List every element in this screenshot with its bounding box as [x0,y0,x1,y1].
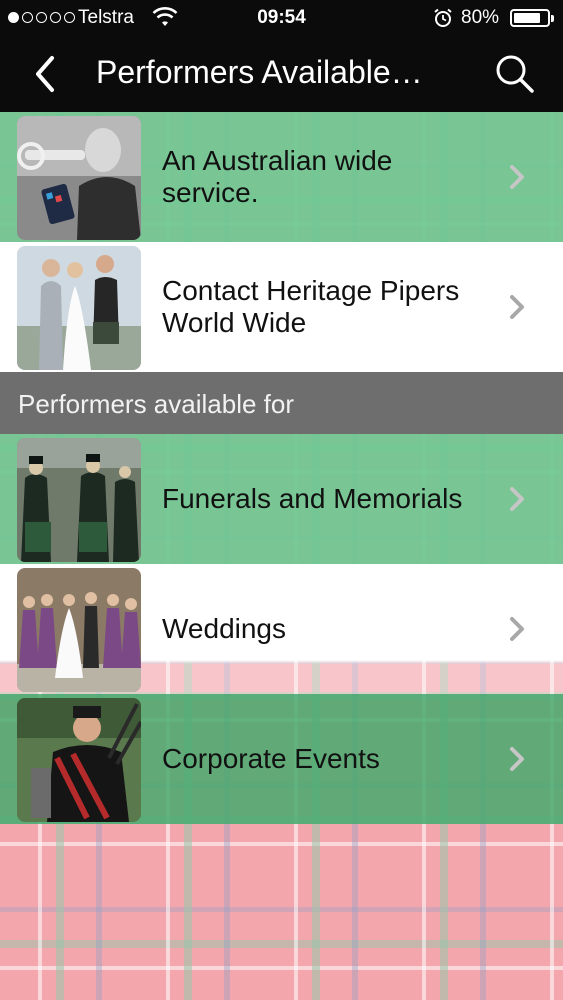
battery-level-fill [514,13,540,23]
chevron-right-icon [510,295,524,319]
list-item-corporate-events[interactable]: Corporate Events [0,694,563,824]
bagpiper-photo-thumbnail [17,698,141,822]
status-bar: Telstra 09:54 80% [0,0,563,36]
search-button[interactable] [490,50,538,98]
list-item-label: Contact Heritage Pipers World Wide [162,275,460,338]
list-item-australian-wide-service[interactable]: An Australian wide service. [0,112,563,242]
list-item-funerals-and-memorials[interactable]: Funerals and Memorials [0,434,563,564]
list-item-label: An Australian wide service. [162,145,393,208]
list-item-weddings[interactable]: Weddings [0,564,563,694]
alarm-icon [434,8,452,27]
wedding-couple-piper-photo-thumbnail [17,246,141,370]
top-bar: Telstra 09:54 80% Performers Available… [0,0,563,112]
chevron-right-icon [510,487,524,511]
list-item-contact-heritage-pipers[interactable]: Contact Heritage Pipers World Wide [0,242,563,372]
chevron-right-icon [510,747,524,771]
menu-list: An Australian wide service. Contact Heri… [0,112,563,824]
wedding-party-photo-thumbnail [17,568,141,692]
section-header: Performers available for [0,372,563,434]
back-button[interactable] [22,50,70,98]
navigation-bar: Performers Available… [0,36,563,112]
battery-icon [510,9,554,27]
page-title: Performers Available… [96,54,423,90]
bugler-photo-thumbnail [17,116,141,240]
chevron-right-icon [510,617,524,641]
list-item-label: Weddings [162,613,287,644]
list-item-label: Corporate Events [162,743,380,774]
chevron-right-icon [510,165,524,189]
pipe-band-photo-thumbnail [17,438,141,562]
list-item-label: Funerals and Memorials [162,483,463,514]
battery-percent: 80% [461,7,500,28]
